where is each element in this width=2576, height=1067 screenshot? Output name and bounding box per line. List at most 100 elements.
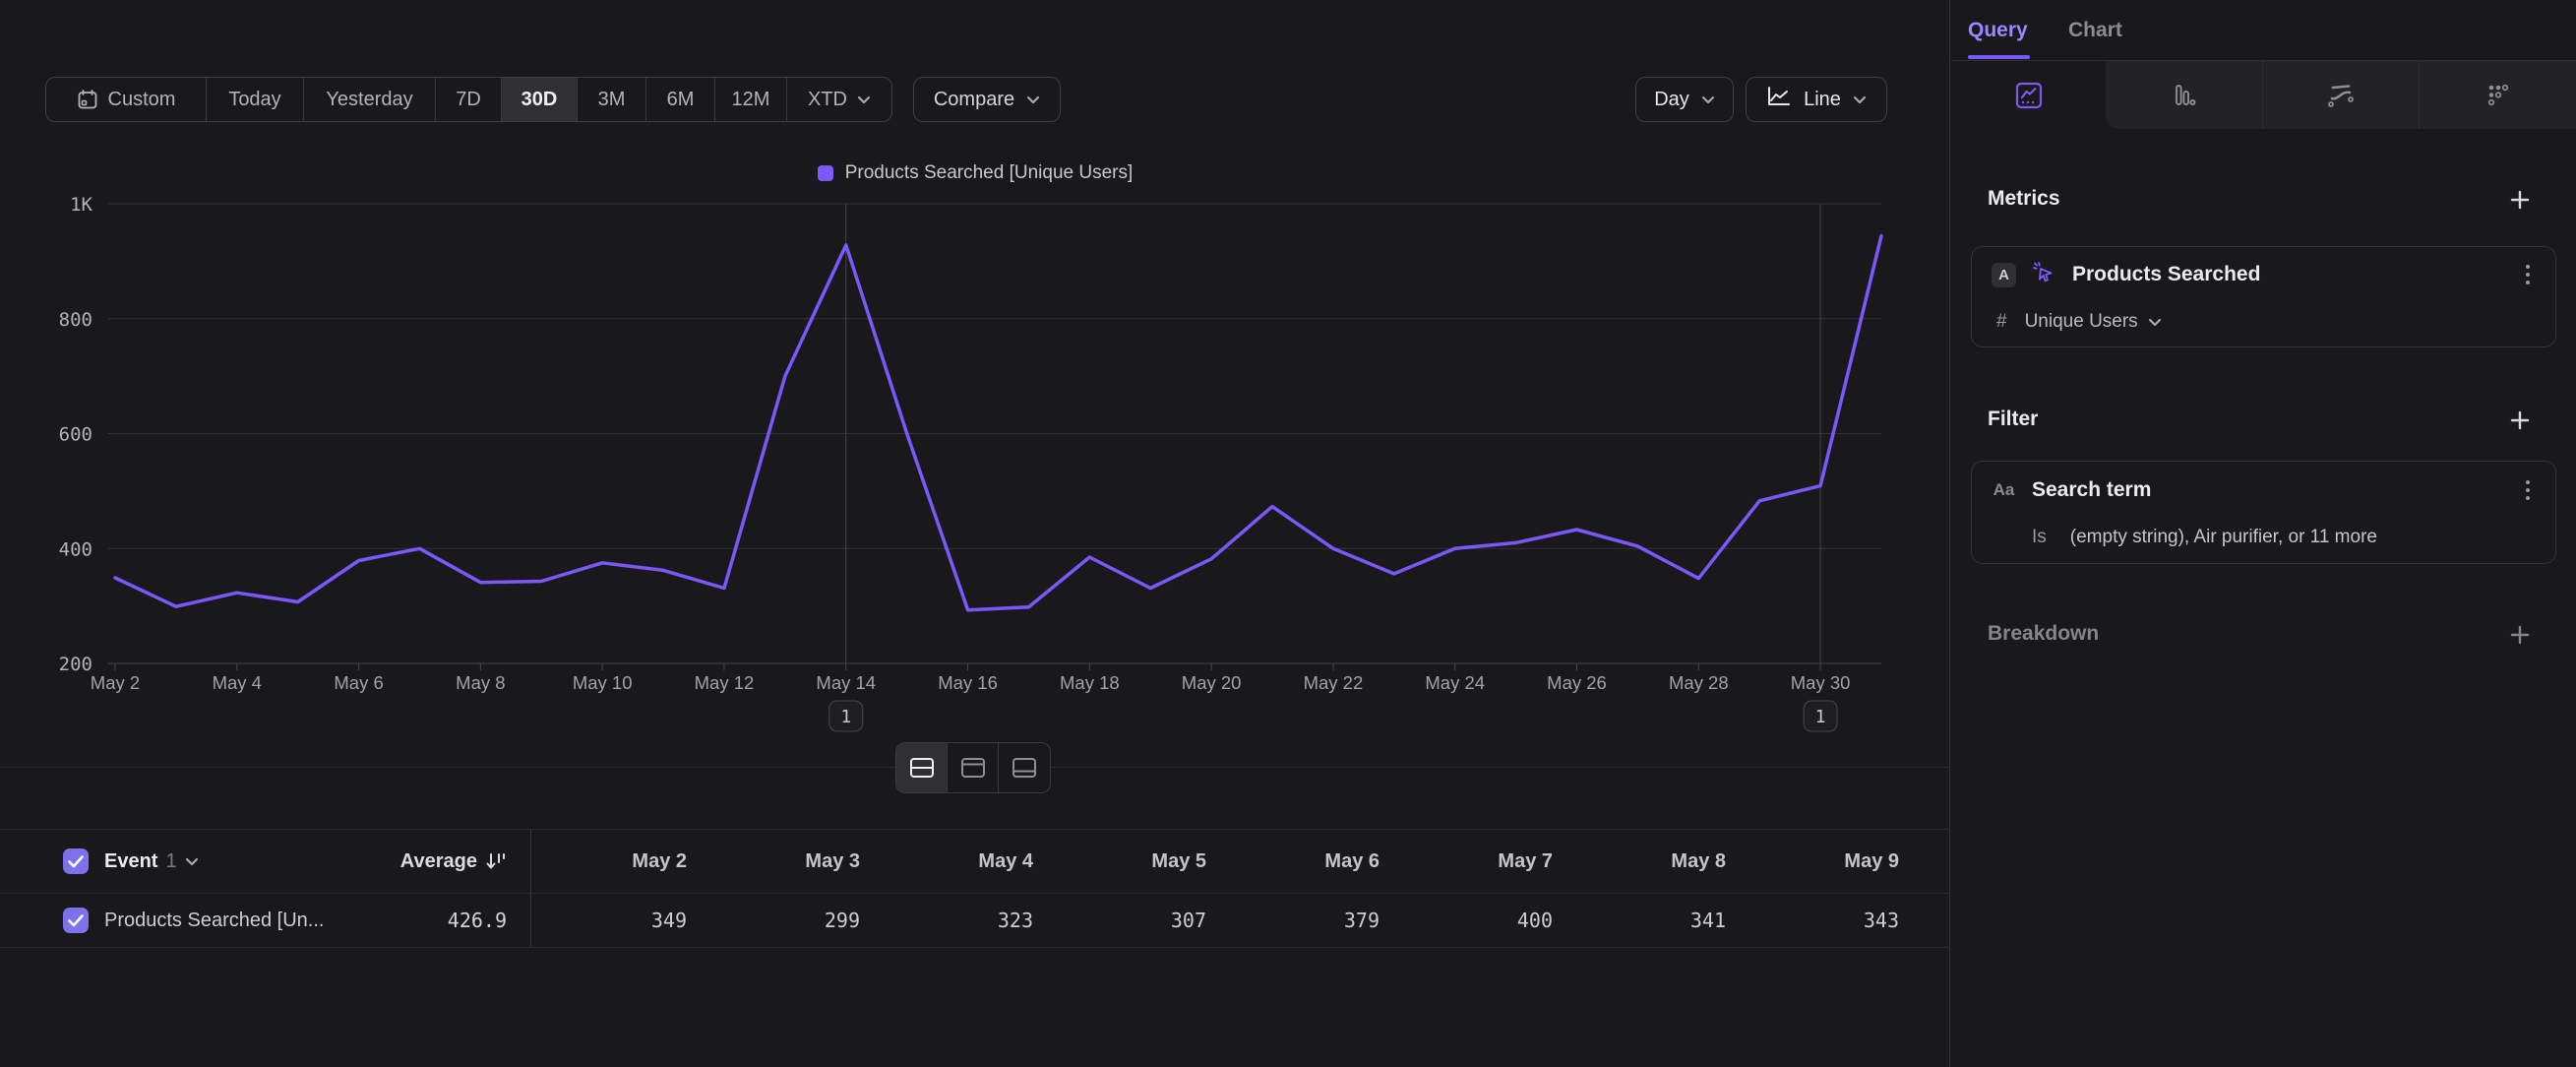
filter-card-row: Aa Search term [1972,462,2555,519]
table-header-left: Event 1 Average [0,830,531,893]
insights-line-icon [2014,81,2044,110]
x-axis-label: May 24 [1425,672,1485,693]
chevron-down-icon[interactable] [185,857,199,866]
line-chart[interactable]: 1K800600400200May 2May 4May 6May 8May 10… [0,0,1950,778]
results-table: Event 1 Average May 2May 3May 4May 5May … [0,829,1950,948]
series-line[interactable] [115,236,1881,610]
active-tab-indicator [1968,55,2030,59]
x-axis-label: May 8 [456,672,505,693]
y-axis-label: 800 [59,309,92,331]
event-count: 1 [165,850,176,873]
filter-heading: Filter [1988,408,2038,431]
cursor-click-icon [2031,260,2056,290]
filter-condition-row: Is (empty string), Air purifier, or 11 m… [1972,519,2555,556]
x-axis-label: May 26 [1547,672,1607,693]
chart-type-insights-tab[interactable] [1951,61,2106,129]
series-letter-badge: A [1992,263,2016,287]
metric-menu-button[interactable] [2522,261,2534,288]
tab-chart[interactable]: Chart [2068,0,2122,60]
add-metric-button[interactable] [2507,187,2533,213]
table-only-icon [1012,757,1037,779]
chart-type-flow-tab[interactable] [2262,61,2420,129]
value-cell: 343 [1726,909,1899,932]
metric-card[interactable]: A Products Searched # Unique Users [1971,246,2556,347]
x-axis-label: May 28 [1669,672,1729,693]
bar-chart-icon [2170,83,2197,108]
metric-name: Products Searched [2072,263,2260,286]
value-cell: 307 [1033,909,1206,932]
x-axis-label: May 22 [1304,672,1364,693]
add-filter-button[interactable] [2507,408,2533,433]
date-column-header: May 8 [1553,850,1726,873]
metrics-heading: Metrics [1988,187,2060,211]
y-axis-label: 200 [59,654,92,675]
select-all-checkbox[interactable] [63,848,89,874]
x-axis-label: May 30 [1791,672,1851,693]
annotation-badge-label: 1 [840,707,851,727]
add-breakdown-button[interactable] [2507,622,2533,648]
average-sort-control[interactable]: Average [400,850,507,873]
chevron-down-icon [2148,318,2162,327]
date-column-header: May 3 [687,850,860,873]
table-row: Products Searched [Un... 426.9 349299323… [0,894,1950,948]
sort-descending-icon [485,850,507,872]
analytics-app: Custom Today Yesterday 7D 30D 3M 6M 12M … [0,0,2576,1067]
table-header-row: Event 1 Average May 2May 3May 4May 5May … [0,829,1950,894]
plus-icon [2509,189,2531,211]
date-column-header: May 6 [1206,850,1380,873]
value-cell: 341 [1553,909,1726,932]
view-table-only-button[interactable] [999,743,1050,792]
view-chart-only-button[interactable] [948,743,999,792]
chart-type-retention-tab[interactable] [2419,61,2576,129]
row-checkbox[interactable] [63,908,89,933]
date-column-header: May 2 [531,850,687,873]
average-value: 426.9 [448,909,507,932]
value-cell: 299 [687,909,860,932]
x-axis-label: May 10 [573,672,633,693]
report-canvas: Custom Today Yesterday 7D 30D 3M 6M 12M … [0,0,1950,1067]
x-axis-label: May 20 [1182,672,1242,693]
x-axis-label: May 2 [91,672,140,693]
filter-operator: Is [2032,527,2047,548]
filter-menu-button[interactable] [2522,476,2534,504]
value-cell: 323 [860,909,1033,932]
view-toggle [895,742,1051,793]
chart-type-strip-inactive [2106,61,2576,129]
query-sidebar: Query Chart [1951,0,2576,1067]
event-column-label: Event [104,850,157,873]
x-axis-label: May 12 [695,672,755,693]
value-cell: 400 [1380,909,1553,932]
metric-card-row: A Products Searched [1972,247,2555,302]
date-column-header: May 7 [1380,850,1553,873]
view-split-button[interactable] [896,743,948,792]
chart-type-strip [1951,61,2576,129]
x-axis-label: May 6 [334,672,383,693]
date-column-header: May 9 [1726,850,1899,873]
table-row-left: Products Searched [Un... 426.9 [0,894,531,947]
y-axis-label: 1K [70,194,92,216]
x-axis-label: May 16 [938,672,998,693]
hash-icon: # [1996,311,2007,333]
x-axis-label: May 4 [213,672,262,693]
flow-chart-icon [2326,83,2356,108]
breakdown-heading: Breakdown [1988,622,2099,646]
dots-grid-icon [2485,83,2511,108]
measure-dropdown[interactable]: Unique Users [2025,311,2162,333]
date-column-header: May 5 [1033,850,1206,873]
chart-type-bar-tab[interactable] [2106,61,2262,129]
value-cell: 379 [1206,909,1380,932]
filter-card[interactable]: Aa Search term Is (empty string), Air pu… [1971,461,2556,564]
annotation-badge-label: 1 [1815,707,1826,727]
value-cell: 349 [531,909,687,932]
metric-measure-row: # Unique Users [1972,302,2555,342]
x-axis-label: May 18 [1060,672,1120,693]
sidebar-tabs: Query Chart [1951,0,2576,61]
filter-values[interactable]: (empty string), Air purifier, or 11 more [2070,527,2377,548]
tab-query[interactable]: Query [1968,0,2028,60]
series-name: Products Searched [Un... [104,910,324,932]
plus-icon [2509,624,2531,646]
filter-property-name: Search term [2032,478,2151,502]
plus-icon [2509,409,2531,431]
date-column-header: May 4 [860,850,1033,873]
x-axis-label: May 14 [816,672,876,693]
